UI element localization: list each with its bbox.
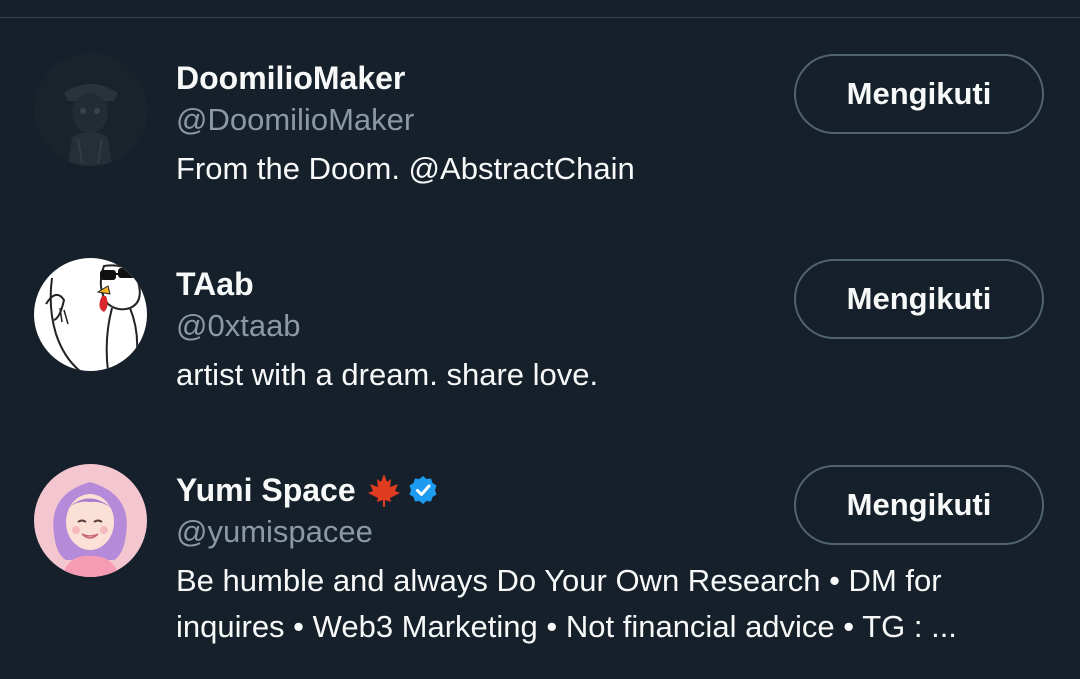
following-button[interactable]: Mengikuti — [794, 465, 1044, 545]
user-bio: From the Doom. @AbstractChain — [176, 151, 635, 186]
top-divider — [0, 17, 1080, 18]
display-name[interactable]: DoomilioMaker — [176, 58, 405, 98]
avatar[interactable] — [34, 258, 147, 371]
display-name[interactable]: Yumi Space — [176, 470, 356, 510]
follow-list-screen: DoomilioMaker @DoomilioMaker From the Do… — [0, 0, 1080, 679]
avatar[interactable] — [34, 464, 147, 577]
chicken-sketch-avatar-icon — [34, 258, 147, 371]
following-button[interactable]: Mengikuti — [794, 259, 1044, 339]
display-name[interactable]: TAab — [176, 264, 254, 304]
dark-character-avatar-icon — [34, 53, 147, 166]
purple-hair-girl-avatar-icon — [34, 464, 147, 577]
verified-badge-icon[interactable] — [408, 475, 438, 505]
maple-leaf-icon — [366, 472, 402, 508]
avatar[interactable] — [34, 53, 147, 166]
following-button[interactable]: Mengikuti — [794, 54, 1044, 134]
user-bio: artist with a dream. share love. — [176, 357, 599, 392]
user-bio: Be humble and always Do Your Own Researc… — [176, 563, 957, 644]
